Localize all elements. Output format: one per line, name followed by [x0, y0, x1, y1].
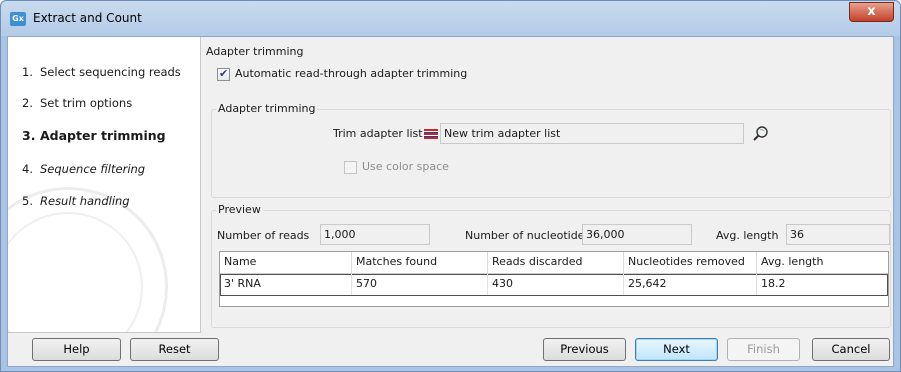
color-space-checkbox[interactable] — [344, 161, 357, 174]
column-header-matches[interactable]: Matches found — [352, 252, 488, 273]
step-adapter-trimming: 3. Adapter trimming — [22, 128, 166, 143]
step-label: Adapter trimming — [40, 128, 166, 143]
preview-table: Name Matches found Reads discarded Nucle… — [219, 251, 889, 307]
step-label: Sequence filtering — [40, 162, 146, 176]
close-button[interactable]: x — [849, 2, 894, 22]
step-number: 4. — [22, 162, 33, 176]
step-label: Result handling — [40, 194, 130, 208]
column-header-name[interactable]: Name — [220, 252, 352, 273]
step-trim-options: 2. Set trim options — [22, 96, 132, 110]
close-icon: x — [867, 4, 876, 19]
previous-button[interactable]: Previous — [543, 338, 626, 361]
step-result-handling: 5. Result handling — [22, 194, 130, 208]
app-icon: Gx — [10, 12, 26, 26]
color-space-label: Use color space — [362, 160, 449, 173]
window-title: Extract and Count — [33, 11, 142, 25]
column-header-avg-length[interactable]: Avg. length — [757, 252, 888, 273]
wizard-steps: 1. Select sequencing reads 2. Set trim opt… — [8, 37, 201, 333]
title-bar[interactable]: Gx Extract and Count x — [1, 1, 900, 36]
table-cell: 25,642 — [624, 274, 757, 295]
reset-button[interactable]: Reset — [130, 338, 219, 361]
section-title: Adapter trimming — [206, 45, 304, 58]
avg-length-label: Avg. length — [716, 229, 779, 242]
avg-length-value-field: 36 — [786, 224, 890, 245]
reads-label: Number of reads — [217, 229, 310, 242]
table-cell: 3' RNA — [220, 274, 352, 295]
table-cell: 570 — [352, 274, 488, 295]
step-number: 5. — [22, 194, 33, 208]
search-icon[interactable] — [752, 125, 770, 143]
nucleotides-value-field: 36,000 — [582, 224, 692, 245]
step-select-reads: 1. Select sequencing reads — [22, 65, 181, 79]
step-label: Set trim options — [40, 96, 133, 110]
table-cell: 430 — [488, 274, 624, 295]
dialog-body: 1. Select sequencing reads 2. Set trim opt… — [7, 36, 894, 367]
step-number: 3. — [22, 128, 36, 143]
nucleotides-label: Number of nucleotides — [465, 229, 591, 242]
preview-title: Preview — [216, 203, 263, 216]
trim-list-label: Trim adapter list — [333, 127, 423, 140]
trim-adapter-list-field[interactable]: New trim adapter list — [440, 123, 744, 144]
next-button[interactable]: Next — [635, 338, 718, 361]
group-title: Adapter trimming — [216, 102, 318, 115]
finish-button: Finish — [727, 338, 800, 361]
adapter-list-icon — [424, 129, 438, 139]
help-button[interactable]: Help — [32, 338, 121, 361]
column-header-nucleotides-removed[interactable]: Nucleotides removed — [624, 252, 757, 273]
button-bar: Help Reset Previous Next Finish Cancel — [8, 333, 893, 367]
step-number: 2. — [22, 96, 33, 110]
auto-trim-checkbox[interactable] — [217, 67, 230, 81]
auto-trim-label[interactable]: Automatic read-through adapter trimming — [235, 67, 467, 80]
table-cell: 18.2 — [761, 277, 786, 290]
cancel-button[interactable]: Cancel — [812, 338, 890, 361]
step-label: Select sequencing reads — [40, 65, 181, 79]
step-sequence-filtering: 4. Sequence filtering — [22, 162, 145, 176]
dialog-window: Gx Extract and Count x 1. Select sequenci… — [0, 0, 901, 372]
column-header-discarded[interactable]: Reads discarded — [488, 252, 624, 273]
options-panel: Adapter trimming Automatic read-through … — [202, 37, 894, 333]
reads-value-field: 1,000 — [320, 224, 430, 245]
step-number: 1. — [22, 65, 33, 79]
